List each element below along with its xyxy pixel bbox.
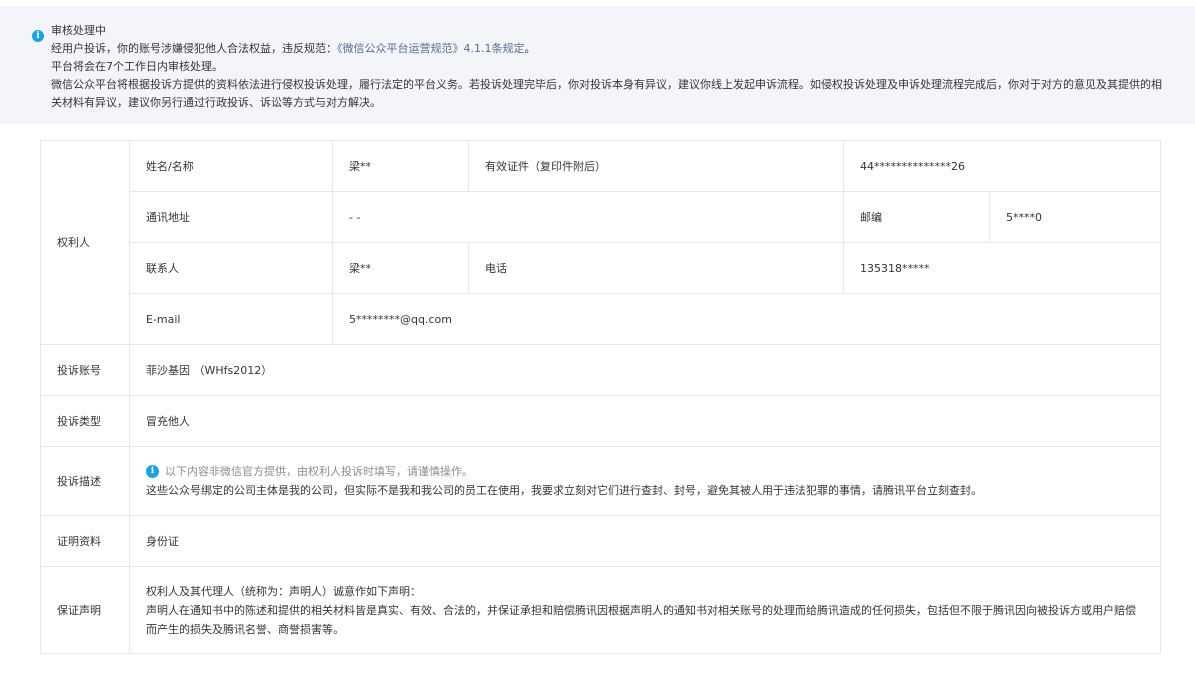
review-notice: i 审核处理中 经用户投诉，你的账号涉嫌侵犯他人合法权益，违反规范：《微信公众平…: [0, 6, 1195, 124]
contact-value: 梁**: [332, 242, 469, 294]
desc-tip: i 以下内容非微信官方提供，由权利人投诉时填写，请谨慎操作。: [146, 462, 1144, 481]
id-label: 有效证件（复印件附后）: [468, 140, 844, 192]
email-label: E-mail: [129, 293, 333, 345]
table-row: 联系人 梁** 电话 135318*****: [41, 242, 1161, 294]
info-icon: i: [146, 465, 159, 478]
table-row: 投诉类型 冒充他人: [40, 395, 1161, 447]
complaint-type-label: 投诉类型: [40, 395, 130, 447]
notice-title: 审核处理中: [51, 24, 106, 37]
notice-violation-line: 经用户投诉，你的账号涉嫌侵犯他人合法权益，违反规范：《微信公众平台运营规范》4.…: [51, 42, 536, 55]
table-row: 投诉描述 i 以下内容非微信官方提供，由权利人投诉时填写，请谨慎操作。 这些公众…: [40, 446, 1161, 516]
complaint-desc-label: 投诉描述: [40, 446, 130, 516]
complaint-account-label: 投诉账号: [40, 344, 130, 396]
notice-timeline-line: 平台将会在7个工作日内审核处理。: [51, 60, 223, 73]
guarantee-cell: 权利人及其代理人（统称为：声明人）诚意作如下声明： 声明人在通知书中的陈述和提供…: [129, 566, 1161, 654]
address-label: 通讯地址: [129, 191, 333, 243]
postcode-label: 邮编: [843, 191, 990, 243]
operation-rules-link[interactable]: 《微信公众平台运营规范》4.1.1条规定: [337, 42, 525, 55]
postcode-value: 5****0: [989, 191, 1161, 243]
name-value: 梁**: [332, 140, 469, 192]
desc-text: 这些公众号绑定的公司主体是我的公司，但实际不是我和我公司的员工在使用，我要求立刻…: [146, 484, 982, 497]
desc-tip-text: 以下内容非微信官方提供，由权利人投诉时填写，请谨慎操作。: [165, 465, 473, 478]
email-value: 5********@qq.com: [332, 293, 1161, 345]
id-value: 44**************26: [843, 140, 1161, 192]
name-label: 姓名/名称: [129, 140, 333, 192]
info-icon: i: [32, 30, 44, 42]
guarantee-intro: 权利人及其代理人（统称为：声明人）诚意作如下声明：: [146, 584, 421, 598]
complaint-type-value: 冒充他人: [129, 395, 1161, 447]
address-value: - -: [332, 191, 844, 243]
table-row: 证明资料 身份证: [40, 515, 1161, 567]
evidence-value: 身份证: [129, 515, 1161, 567]
complaint-account-value: 菲沙基因 （WHfs2012）: [129, 344, 1161, 396]
table-row: 保证声明 权利人及其代理人（统称为：声明人）诚意作如下声明： 声明人在通知书中的…: [40, 566, 1161, 654]
complaint-detail-table: 权利人 姓名/名称 梁** 有效证件（复印件附后） 44************…: [40, 140, 1161, 654]
table-row: E-mail 5********@qq.com: [41, 293, 1161, 345]
rights-holder-label: 权利人: [40, 140, 130, 345]
guarantee-label: 保证声明: [40, 566, 130, 654]
complaint-desc-cell: i 以下内容非微信官方提供，由权利人投诉时填写，请谨慎操作。 这些公众号绑定的公…: [129, 446, 1161, 516]
table-row: 投诉账号 菲沙基因 （WHfs2012）: [40, 344, 1161, 396]
table-row: 权利人 姓名/名称 梁** 有效证件（复印件附后） 44************…: [40, 140, 1161, 345]
contact-label: 联系人: [129, 242, 333, 294]
table-row: 通讯地址 - - 邮编 5****0: [41, 191, 1161, 243]
phone-label: 电话: [468, 242, 844, 294]
evidence-label: 证明资料: [40, 515, 130, 567]
phone-value: 135318*****: [843, 242, 1161, 294]
guarantee-text: 声明人在通知书中的陈述和提供的相关材料皆是真实、有效、合法的，并保证承担和赔偿腾…: [146, 603, 1136, 636]
notice-process-text: 微信公众平台将根据投诉方提供的资料依法进行侵权投诉处理，履行法定的平台义务。若投…: [51, 78, 1162, 109]
